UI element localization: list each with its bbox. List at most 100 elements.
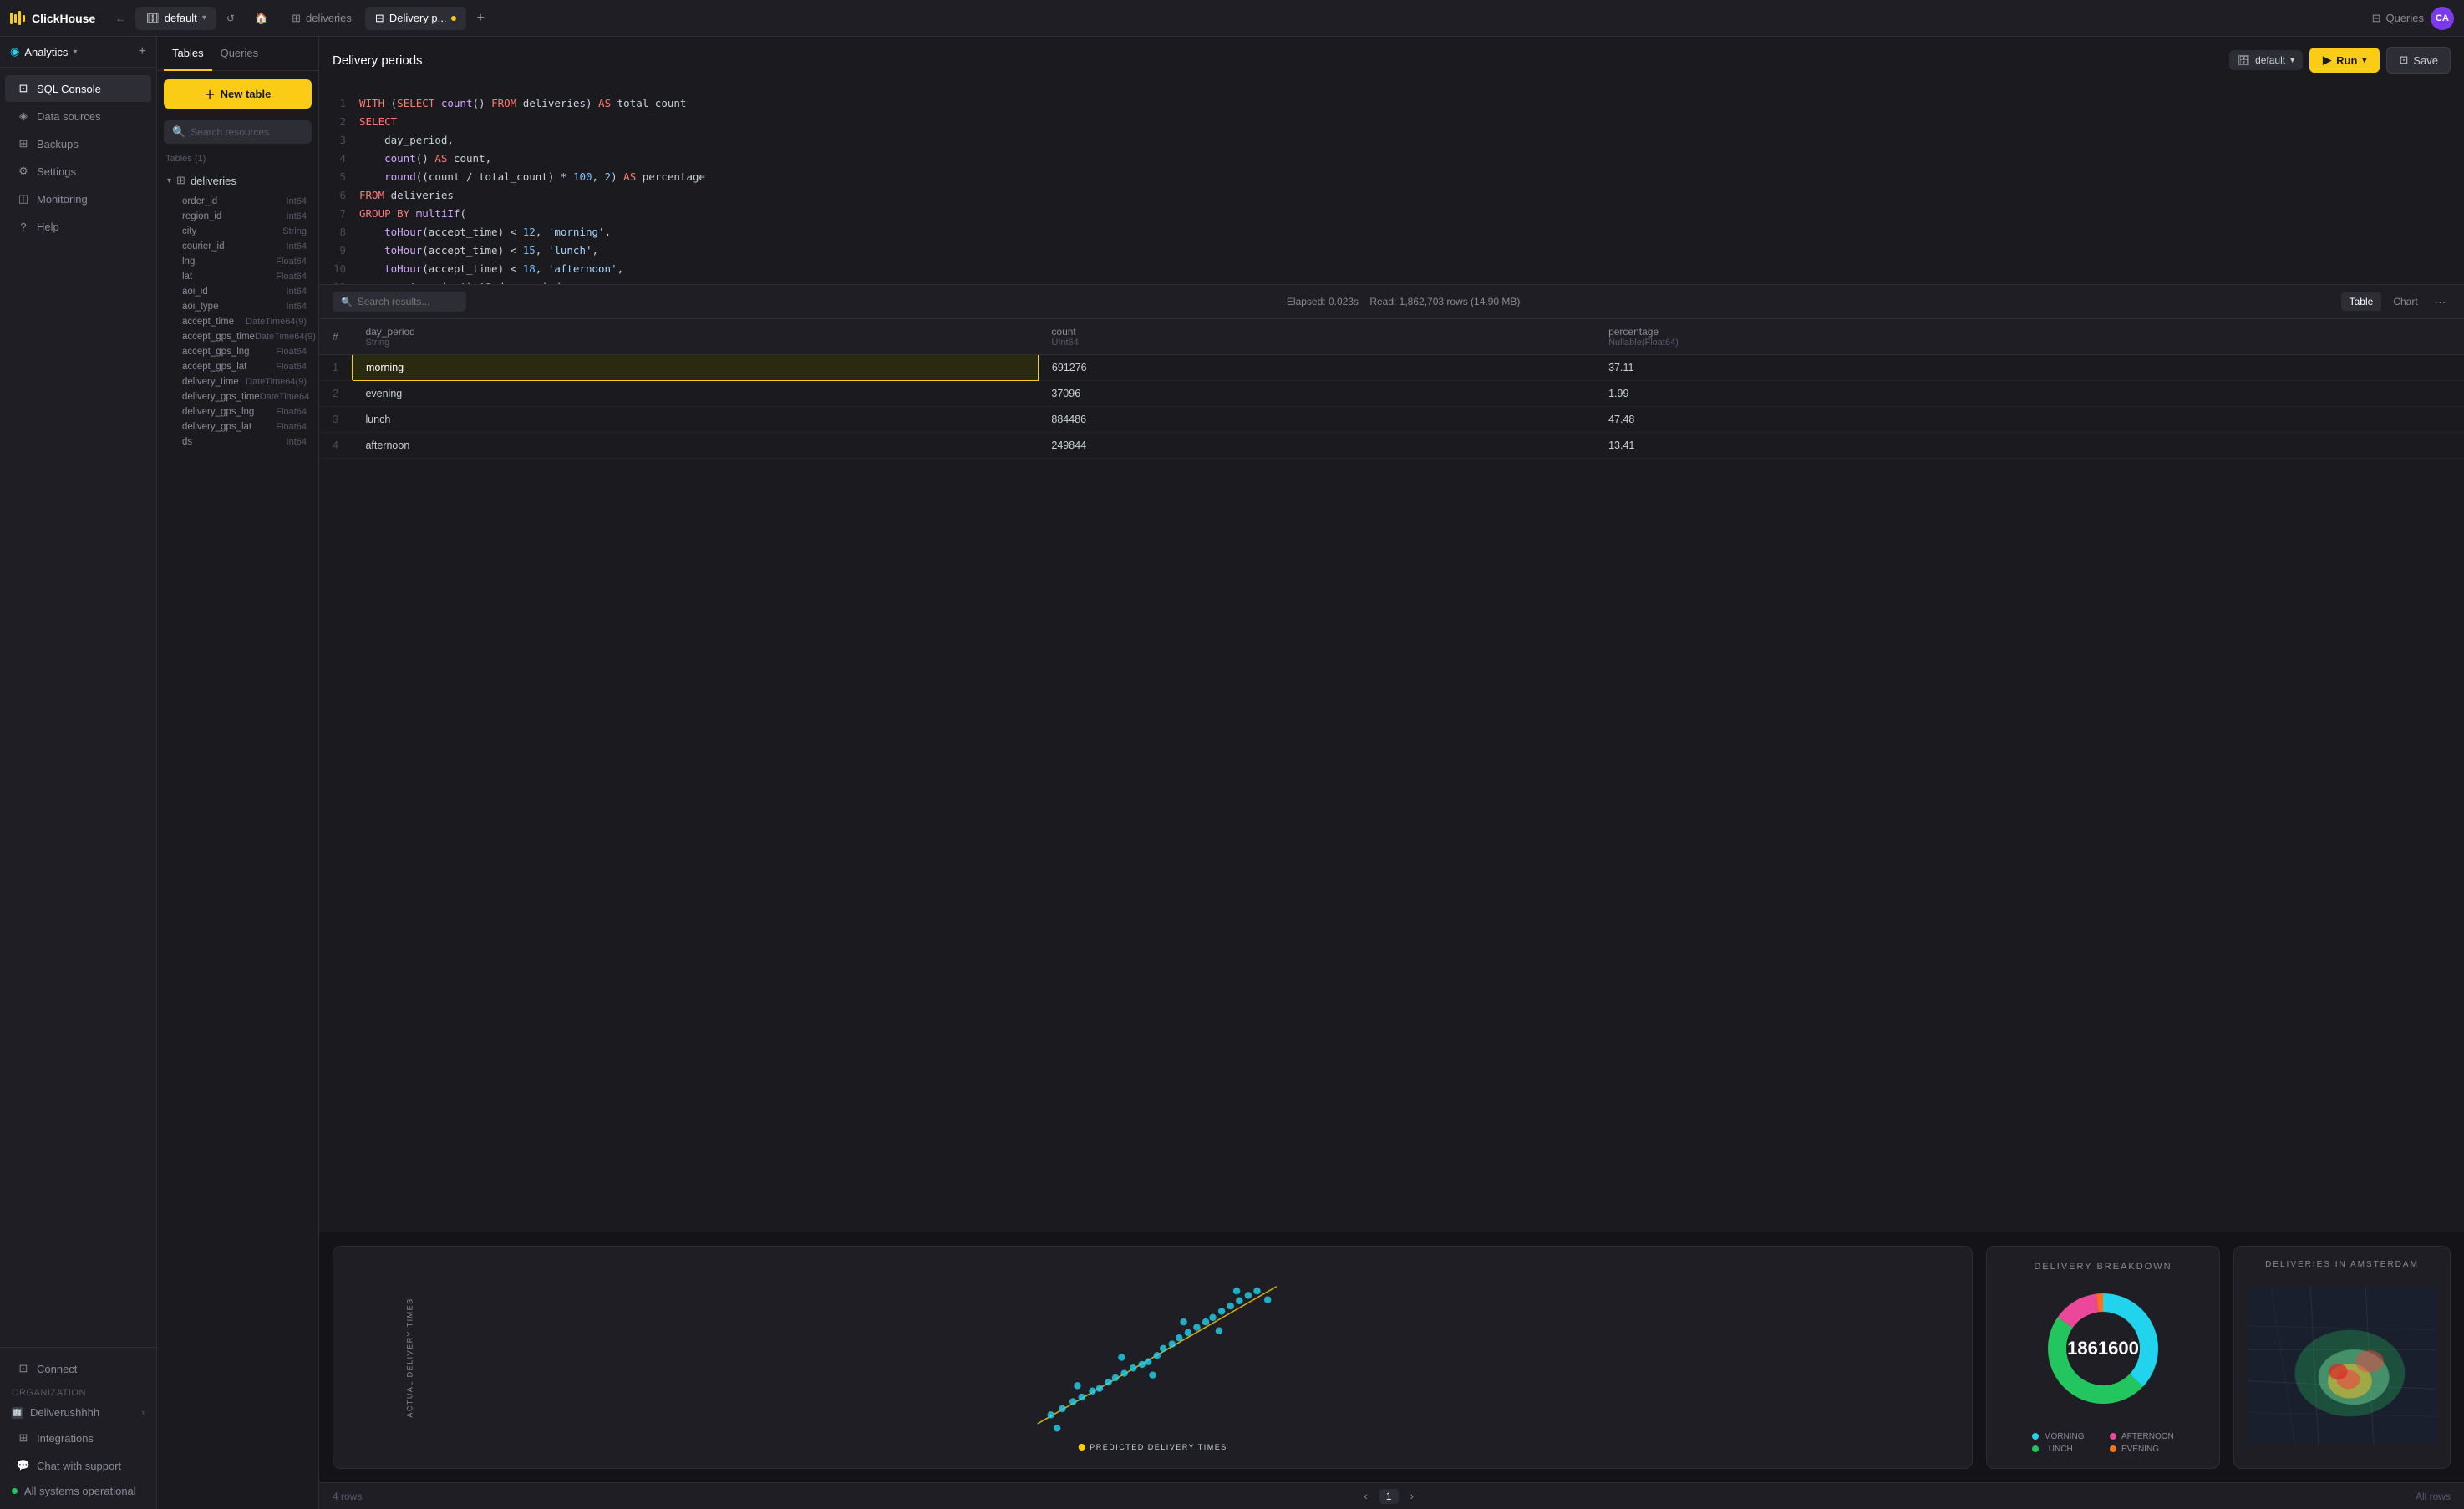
code-line-3: 3 day_period, — [319, 131, 2464, 150]
sidebar-add-button[interactable]: + — [139, 45, 146, 58]
db-selector[interactable]: 🗄 default ▾ — [2229, 50, 2303, 70]
back-button[interactable]: ← — [109, 9, 132, 28]
code-line-8: 8 toHour(accept_time) < 12, 'morning', — [319, 223, 2464, 241]
sidebar-item-monitoring[interactable]: ◫ Monitoring — [5, 185, 151, 212]
legend-evening: EVENING — [2110, 1445, 2174, 1454]
new-table-button[interactable]: ＋ New table — [164, 79, 312, 109]
sidebar-item-help[interactable]: ? Help — [5, 213, 151, 240]
view-chart-button[interactable]: Chart — [2385, 292, 2426, 311]
tab-delivery-periods[interactable]: ⊟ Delivery p... — [365, 7, 467, 30]
tables-count: Tables (1) — [157, 150, 318, 169]
row-count: 4 rows — [333, 1491, 362, 1502]
cell-day-period-2: evening — [352, 381, 1038, 407]
field-accept-gps-lat: accept_gps_lat Float64 — [160, 359, 315, 374]
chevron-down-icon: ▾ — [167, 176, 171, 185]
sidebar-title-row[interactable]: ◉ Analytics ▾ — [10, 45, 77, 58]
field-list: order_id Int64 region_id Int64 city Stri… — [160, 192, 315, 451]
col-day-period: day_period String — [352, 319, 1038, 355]
connect-icon: ⊡ — [17, 1362, 30, 1375]
field-aoi-type: aoi_type Int64 — [160, 299, 315, 314]
results-table: # day_period String count UInt64 percent… — [319, 319, 2464, 1232]
add-tab-button[interactable]: + — [470, 8, 490, 29]
prev-page-button[interactable]: ‹ — [1359, 1488, 1372, 1504]
code-line-10: 10 toHour(accept_time) < 18, 'afternoon'… — [319, 260, 2464, 278]
play-icon: ▶ — [2323, 53, 2331, 67]
sidebar-bottom: ⊡ Connect Organization 🏢 Deliverushhhh ›… — [0, 1347, 156, 1509]
search-input[interactable] — [191, 126, 320, 138]
org-item[interactable]: 🏢 Deliverushhhh › — [0, 1401, 156, 1424]
tab-queries[interactable]: Queries — [212, 37, 267, 71]
refresh-button[interactable]: ↺ — [220, 9, 241, 28]
sidebar-item-integrations[interactable]: ⊞ Integrations — [5, 1425, 151, 1451]
code-line-5: 5 round((count / total_count) * 100, 2) … — [319, 168, 2464, 186]
scatter-x-label: PREDICTED DELIVERY TIMES — [1078, 1443, 1227, 1451]
avatar[interactable]: CA — [2431, 7, 2454, 30]
cell-count-4: 249844 — [1038, 433, 1595, 459]
legend-afternoon: AFTERNOON — [2110, 1432, 2174, 1441]
cell-percentage-2: 1.99 — [1595, 381, 2464, 407]
cell-day-period-4: afternoon — [352, 433, 1038, 459]
status-bar: All systems operational — [0, 1480, 156, 1502]
sidebar-item-support[interactable]: 💬 Chat with support — [5, 1452, 151, 1479]
scatter-y-label: ACTUAL DELIVERY TIMES — [406, 1298, 414, 1417]
field-delivery-gps-lng: delivery_gps_lng Float64 — [160, 404, 315, 419]
queries-link[interactable]: ⊟ Queries — [2372, 12, 2424, 25]
donut-title: DELIVERY BREAKDOWN — [2034, 1262, 2172, 1272]
field-courier-id: courier_id Int64 — [160, 239, 315, 254]
legend-dot-evening — [2110, 1445, 2116, 1452]
code-editor[interactable]: 1 WITH (SELECT count() FROM deliveries) … — [319, 84, 2464, 285]
save-button[interactable]: ⊡ Save — [2386, 47, 2451, 74]
sidebar-header: ◉ Analytics ▾ + — [0, 37, 156, 68]
code-line-6: 6 FROM deliveries — [319, 186, 2464, 205]
data-table: # day_period String count UInt64 percent… — [319, 319, 2464, 459]
query-icon: ⊟ — [375, 12, 384, 25]
donut-value: 1861600 — [2067, 1338, 2139, 1359]
cell-percentage-3: 47.48 — [1595, 407, 2464, 433]
sidebar-item-sql-console[interactable]: ⊡ SQL Console — [5, 75, 151, 102]
monitoring-icon: ◫ — [17, 192, 30, 206]
backups-icon: ⊞ — [17, 137, 30, 150]
page-number: 1 — [1379, 1489, 1399, 1504]
cell-percentage-4: 13.41 — [1595, 433, 2464, 459]
tab-tables[interactable]: Tables — [164, 37, 212, 71]
sql-console-icon: ⊡ — [17, 82, 30, 95]
table-icon: ⊞ — [176, 174, 185, 187]
more-options-button[interactable]: ··· — [2430, 292, 2451, 312]
cell-count-1: 691276 — [1038, 355, 1595, 381]
chevron-icon: ▾ — [202, 13, 206, 23]
field-aoi-id: aoi_id Int64 — [160, 284, 315, 299]
code-line-11: 11 'evening') AS day_period — [319, 278, 2464, 285]
topbar-right: ⊟ Queries CA — [2372, 7, 2454, 30]
tab-default[interactable]: 🗄 default ▾ — [135, 7, 216, 30]
view-table-button[interactable]: Table — [2341, 292, 2382, 311]
table-group-header[interactable]: ▾ ⊞ deliveries — [160, 169, 315, 192]
run-chevron-icon: ▾ — [2362, 56, 2366, 65]
tab-home[interactable]: 🏠 — [245, 7, 278, 30]
sidebar-item-data-sources[interactable]: ◈ Data sources — [5, 103, 151, 130]
field-accept-gps-lng: accept_gps_lng Float64 — [160, 344, 315, 359]
sidebar-item-backups[interactable]: ⊞ Backups — [5, 130, 151, 157]
search-icon: 🔍 — [341, 297, 353, 307]
results-search-input[interactable] — [358, 296, 458, 307]
sidebar-item-connect[interactable]: ⊡ Connect — [5, 1355, 151, 1382]
legend-dot-afternoon — [2110, 1433, 2116, 1440]
help-icon: ? — [17, 220, 30, 233]
sidebar-item-settings[interactable]: ⚙ Settings — [5, 158, 151, 185]
org-icon: 🏢 — [12, 1407, 23, 1419]
table-row: 3 lunch 884486 47.48 — [319, 407, 2464, 433]
legend-dot-lunch — [2032, 1445, 2039, 1452]
field-accept-gps-time: accept_gps_time DateTime64(9) — [160, 329, 315, 344]
code-line-4: 4 count() AS count, — [319, 150, 2464, 168]
data-sources-icon: ◈ — [17, 109, 30, 123]
save-icon: ⊡ — [2399, 53, 2408, 67]
donut-center: 1861600 — [2067, 1338, 2139, 1359]
results-search: 🔍 — [333, 292, 466, 312]
scatter-chart: ACTUAL DELIVERY TIMES — [347, 1260, 1958, 1455]
map-visual — [2248, 1276, 2436, 1455]
pagination: ‹ 1 › — [1359, 1488, 1419, 1504]
next-page-button[interactable]: › — [1405, 1488, 1419, 1504]
run-button[interactable]: ▶ Run ▾ — [2309, 48, 2380, 73]
tab-deliveries[interactable]: ⊞ deliveries — [282, 7, 362, 30]
org-arrow: › — [141, 1408, 145, 1418]
row-num-2: 2 — [319, 381, 352, 407]
